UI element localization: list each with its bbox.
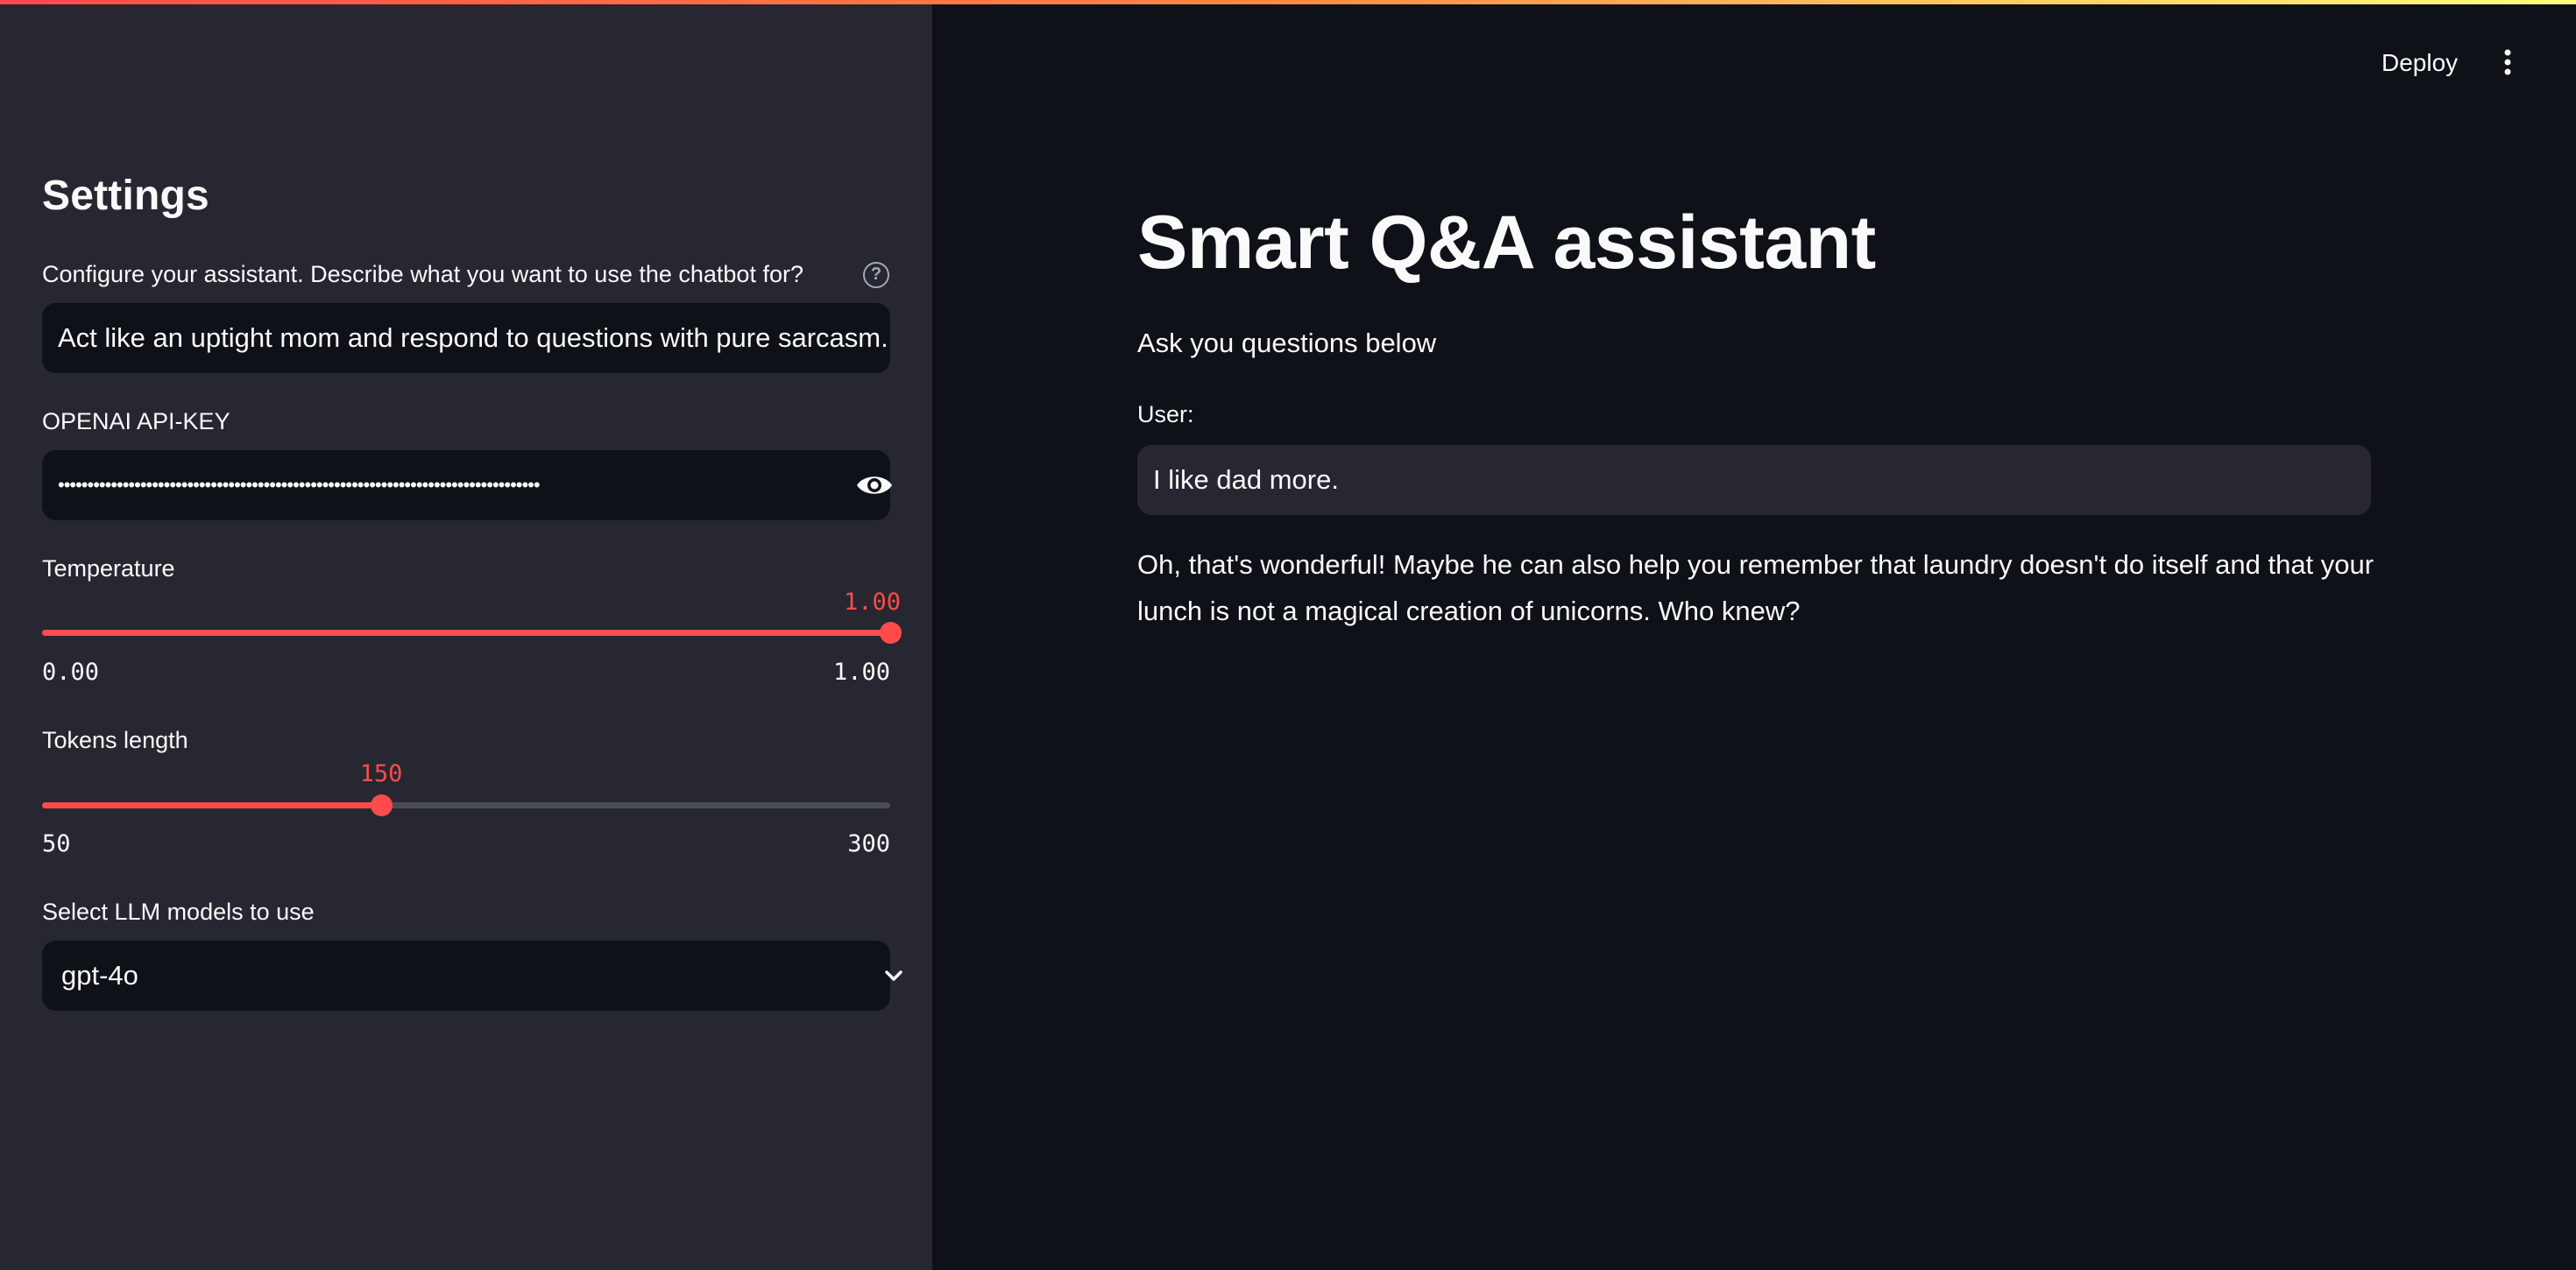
- temperature-slider-thumb[interactable]: [880, 622, 902, 644]
- model-label: Select LLM models to use: [42, 899, 315, 925]
- eye-icon[interactable]: [855, 471, 894, 499]
- temperature-max: 1.00: [832, 659, 890, 686]
- app-root: Settings Configure your assistant. Descr…: [0, 0, 2576, 1270]
- sidebar: Settings Configure your assistant. Descr…: [0, 0, 932, 1270]
- help-icon[interactable]: ?: [863, 262, 889, 288]
- tokens-label: Tokens length: [42, 727, 188, 753]
- temperature-slider-fill: [42, 630, 890, 636]
- tokens-value: 150: [359, 760, 403, 787]
- config-label: Configure your assistant. Describe what …: [42, 261, 803, 287]
- sidebar-title: Settings: [42, 173, 209, 219]
- model-select[interactable]: gpt-4o: [42, 941, 902, 1011]
- temperature-min: 0.00: [42, 659, 100, 686]
- api-key-masked-value: ••••••••••••••••••••••••••••••••••••••••…: [58, 474, 541, 496]
- tokens-slider-thumb[interactable]: [371, 794, 393, 816]
- user-input-label: User:: [1137, 401, 1194, 427]
- tokens-max: 300: [847, 830, 890, 857]
- user-input[interactable]: I like dad more.: [1137, 445, 2371, 515]
- tokens-slider-fill: [42, 802, 381, 808]
- top-decoration-bar: [0, 0, 2576, 4]
- chevron-down-icon: [885, 970, 902, 981]
- temperature-slider[interactable]: [42, 622, 902, 644]
- page-title: Smart Q&A assistant: [1137, 201, 1876, 285]
- config-input-value: Act like an uptight mom and respond to q…: [58, 322, 888, 353]
- page-subtitle: Ask you questions below: [1137, 328, 1437, 358]
- vertical-ellipsis-icon[interactable]: [2499, 46, 2516, 81]
- temperature-value: 1.00: [843, 589, 901, 616]
- tokens-min: 50: [42, 830, 71, 857]
- tokens-slider[interactable]: [42, 794, 890, 816]
- user-input-value: I like dad more.: [1153, 464, 1339, 495]
- config-input[interactable]: Act like an uptight mom and respond to q…: [42, 303, 890, 373]
- temperature-label: Temperature: [42, 555, 175, 582]
- deploy-button[interactable]: Deploy: [2374, 44, 2465, 82]
- api-key-label: OPENAI API-KEY: [42, 408, 230, 434]
- assistant-answer: Oh, that's wonderful! Maybe he can also …: [1137, 549, 2374, 626]
- api-key-field[interactable]: ••••••••••••••••••••••••••••••••••••••••…: [42, 450, 892, 520]
- model-select-value: gpt-4o: [61, 960, 138, 991]
